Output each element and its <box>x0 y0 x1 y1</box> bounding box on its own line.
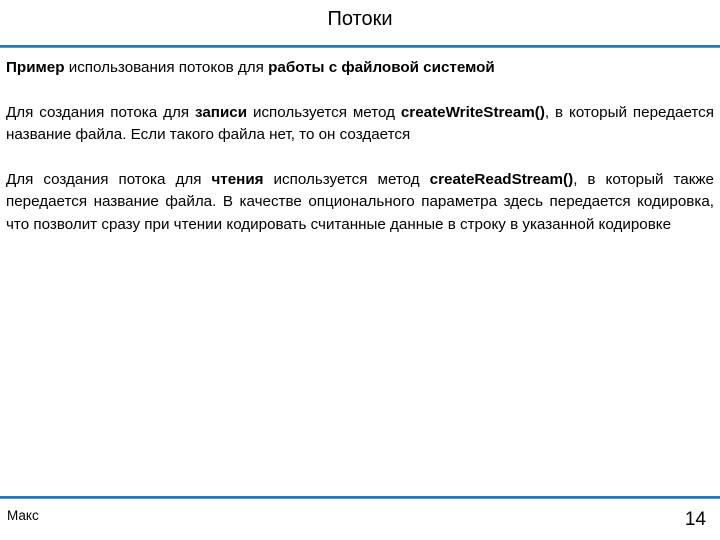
slide: Потоки Пример использования потоков для … <box>0 0 720 540</box>
paragraph-2-bold-1: записи <box>194 103 248 121</box>
footer-author: Макс <box>7 508 39 523</box>
paragraph-2-bold-2: createWriteStream() <box>400 103 545 121</box>
body-paragraph-3: Для создания потока для чтения используе… <box>6 169 714 237</box>
page-title: Потоки <box>327 8 393 30</box>
paragraph-spacer-2 <box>6 147 714 169</box>
paragraph-3-text-2: используется метод <box>263 170 430 188</box>
paragraph-2-text-1: Для создания потока для <box>6 103 195 121</box>
title-divider <box>0 45 720 48</box>
paragraph-1-text: использования потоков для <box>64 59 269 76</box>
paragraph-1-bold-tail: работы с файловой системой <box>268 59 495 76</box>
slide-body: Пример использования потоков для работы … <box>6 57 714 477</box>
slide-page-number: 14 <box>684 509 706 530</box>
paragraph-spacer-1 <box>6 80 714 102</box>
body-paragraph-1: Пример использования потоков для работы … <box>6 57 714 80</box>
paragraph-3-text-1: Для создания потока для <box>6 170 212 188</box>
slide-title-area: Потоки <box>0 0 720 44</box>
footer-divider <box>0 496 720 499</box>
paragraph-3-bold-1: чтения <box>211 170 264 188</box>
paragraph-3-bold-2: createReadStream() <box>429 170 574 188</box>
paragraph-1-bold-lead: Пример <box>6 59 65 76</box>
paragraph-2-text-2: используется метод <box>247 103 401 121</box>
body-paragraph-2: Для создания потока для записи используе… <box>6 102 714 147</box>
slide-footer: Макс 14 <box>0 503 720 540</box>
